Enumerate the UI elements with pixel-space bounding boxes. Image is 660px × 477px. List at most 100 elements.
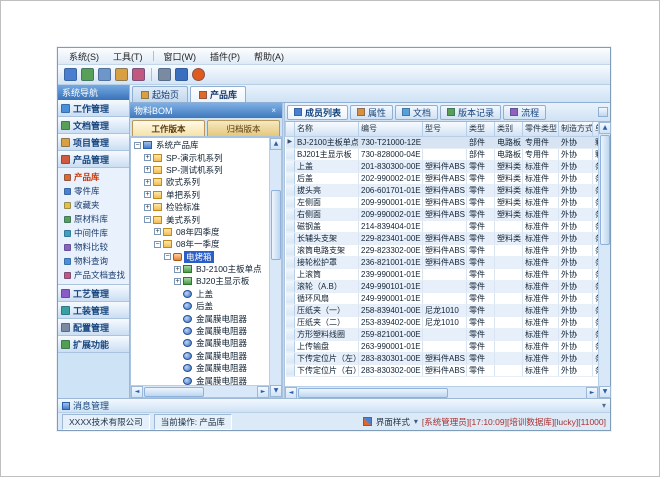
nav-item[interactable]: 零件库: [58, 184, 129, 198]
column-header[interactable]: 制造方式: [559, 122, 593, 136]
tree-item[interactable]: 金属膜电阻器: [131, 350, 269, 362]
row-selector[interactable]: [286, 316, 295, 328]
tree-item[interactable]: − 美式系列: [131, 213, 269, 225]
table-vertical-scrollbar[interactable]: ▲ ▼: [598, 122, 610, 398]
row-selector[interactable]: [286, 244, 295, 256]
row-selector[interactable]: [286, 196, 295, 208]
nav-item[interactable]: 物料查询: [58, 254, 129, 268]
table-horizontal-scrollbar[interactable]: ◄ ►: [285, 386, 598, 398]
nav-section[interactable]: 扩展功能: [58, 336, 129, 353]
tree-item[interactable]: 上盖: [131, 288, 269, 300]
refresh-icon[interactable]: [115, 68, 128, 81]
expander-icon[interactable]: +: [144, 166, 151, 173]
expander-icon[interactable]: −: [164, 253, 171, 260]
nav-section[interactable]: 工作管理: [58, 100, 129, 117]
version-tab[interactable]: 工作版本: [132, 120, 205, 136]
detail-tab[interactable]: 版本记录: [440, 105, 501, 120]
document-tab[interactable]: 起始页: [132, 86, 188, 102]
table-row[interactable]: 上传输盘 263-990001-01E 零件 标准件 外协: [286, 340, 599, 352]
row-selector[interactable]: [286, 172, 295, 184]
table-row[interactable]: 磁钢盖 214-839404-01E 零件 标准件 外协 条: [286, 220, 599, 232]
tree-item[interactable]: − 08年一季度: [131, 238, 269, 250]
row-selector[interactable]: [286, 220, 295, 232]
table-row[interactable]: 右侧面 209-990002-01E 塑料件ABS 零件 塑料类 标准件 外协: [286, 208, 599, 220]
tree-item[interactable]: − 电烤箱: [131, 251, 269, 263]
search-icon[interactable]: [98, 68, 111, 81]
tree-item[interactable]: + 08年四季度: [131, 226, 269, 238]
row-selector[interactable]: [286, 160, 295, 172]
nav-section[interactable]: 工艺管理: [58, 285, 129, 302]
home-icon[interactable]: [64, 68, 77, 81]
table-row[interactable]: 上滚筒 239-990001-01E 零件 标准件 外协 条: [286, 268, 599, 280]
row-selector[interactable]: [286, 352, 295, 364]
row-selector[interactable]: ▶: [286, 136, 295, 148]
tree-item[interactable]: + BJ-2100主板单点: [131, 263, 269, 275]
scrollbar-thumb[interactable]: [271, 190, 281, 260]
table-row[interactable]: 循环风扇 249-990001-01E 零件 标准件 外协: [286, 292, 599, 304]
tree-vertical-scrollbar[interactable]: ▲ ▼: [269, 138, 281, 397]
tree-item[interactable]: + SP-测试机系列: [131, 164, 269, 176]
nav-item[interactable]: 原材料库: [58, 212, 129, 226]
column-header[interactable]: 类型: [467, 122, 495, 136]
scroll-left-icon[interactable]: ◄: [131, 386, 143, 398]
tree-item[interactable]: 后盖: [131, 300, 269, 312]
expander-icon[interactable]: −: [144, 216, 151, 223]
tree-item[interactable]: 金属膜电阻器: [131, 325, 269, 337]
tree-item[interactable]: + 检验标准: [131, 201, 269, 213]
message-panel-bar[interactable]: 消息管理 ▾: [58, 398, 610, 412]
menu-item[interactable]: 窗口(W): [157, 48, 204, 65]
expander-icon[interactable]: −: [134, 142, 141, 149]
logout-icon[interactable]: [192, 68, 205, 81]
menu-item[interactable]: 帮助(A): [247, 48, 291, 65]
nav-section[interactable]: 工装管理: [58, 302, 129, 319]
expander-icon[interactable]: +: [144, 179, 151, 186]
table-row[interactable]: 滚筒电路支架 229-823302-00E 塑料件ABS 零件 标准件 外协: [286, 244, 599, 256]
nav-item[interactable]: 中间件库: [58, 226, 129, 240]
tree-item[interactable]: + BJ20主显示板: [131, 275, 269, 287]
settings-icon[interactable]: [158, 68, 171, 81]
nav-item[interactable]: 收藏夹: [58, 198, 129, 212]
detail-tab[interactable]: 成员列表: [287, 105, 348, 120]
row-selector[interactable]: [286, 256, 295, 268]
tree-item[interactable]: + SP-演示机系列: [131, 151, 269, 163]
expander-icon[interactable]: +: [144, 154, 151, 161]
tree-item[interactable]: 金属膜电阻器: [131, 337, 269, 349]
row-selector[interactable]: [286, 340, 295, 352]
column-header[interactable]: 编号: [359, 122, 423, 136]
menu-item[interactable]: 插件(P): [203, 48, 247, 65]
chevron-down-icon[interactable]: ▾: [414, 417, 418, 426]
table-row[interactable]: BJ201主显示板 730-828000-04E 部件 电路板 专用件 外协: [286, 148, 599, 160]
expander-icon[interactable]: +: [144, 191, 151, 198]
table-row[interactable]: 下传定位片（左） 283-830301-00E 塑料件ABS 零件 标准件 外协: [286, 352, 599, 364]
row-selector[interactable]: [286, 292, 295, 304]
column-header[interactable]: 名称: [295, 122, 359, 136]
expander-icon[interactable]: +: [144, 204, 151, 211]
column-header[interactable]: 型号: [423, 122, 467, 136]
nav-section[interactable]: 项目管理: [58, 134, 129, 151]
nav-section[interactable]: 文档管理: [58, 117, 129, 134]
column-header[interactable]: 零件类型: [523, 122, 559, 136]
scroll-up-icon[interactable]: ▲: [599, 122, 611, 134]
mail-icon[interactable]: [132, 68, 145, 81]
navigation-icon[interactable]: [81, 68, 94, 81]
table-row[interactable]: ▶ BJ-2100主板单点 730-T21000-12E 部件 电路板 专用件: [286, 136, 599, 148]
scrollbar-thumb[interactable]: [600, 135, 610, 245]
table-row[interactable]: 方形塑料线圈 259-821001-00E 零件 标准件 外协: [286, 328, 599, 340]
row-selector[interactable]: [286, 148, 295, 160]
tree-item[interactable]: + 欧式系列: [131, 176, 269, 188]
nav-section[interactable]: 配置管理: [58, 319, 129, 336]
table-row[interactable]: 压纸夹（二） 253-839402-00E 尼龙1010 零件 标准件 外协: [286, 316, 599, 328]
menu-item[interactable]: 工具(T): [106, 48, 150, 65]
row-selector[interactable]: [286, 328, 295, 340]
table-row[interactable]: 滚轮（A.B） 249-990101-01E 零件 标准件 外协: [286, 280, 599, 292]
table-row[interactable]: 拔头亮 206-601701-01E 塑料件ABS 零件 塑料类 标准件 外协: [286, 184, 599, 196]
row-selector[interactable]: [286, 364, 295, 376]
menu-item[interactable]: 系统(S): [62, 48, 106, 65]
scrollbar-thumb[interactable]: [298, 388, 448, 398]
expander-icon[interactable]: +: [174, 266, 181, 273]
row-selector[interactable]: [286, 184, 295, 196]
scrollbar-thumb[interactable]: [144, 387, 204, 397]
row-selector[interactable]: [286, 208, 295, 220]
scroll-down-icon[interactable]: ▼: [599, 386, 611, 398]
row-selector[interactable]: [286, 304, 295, 316]
